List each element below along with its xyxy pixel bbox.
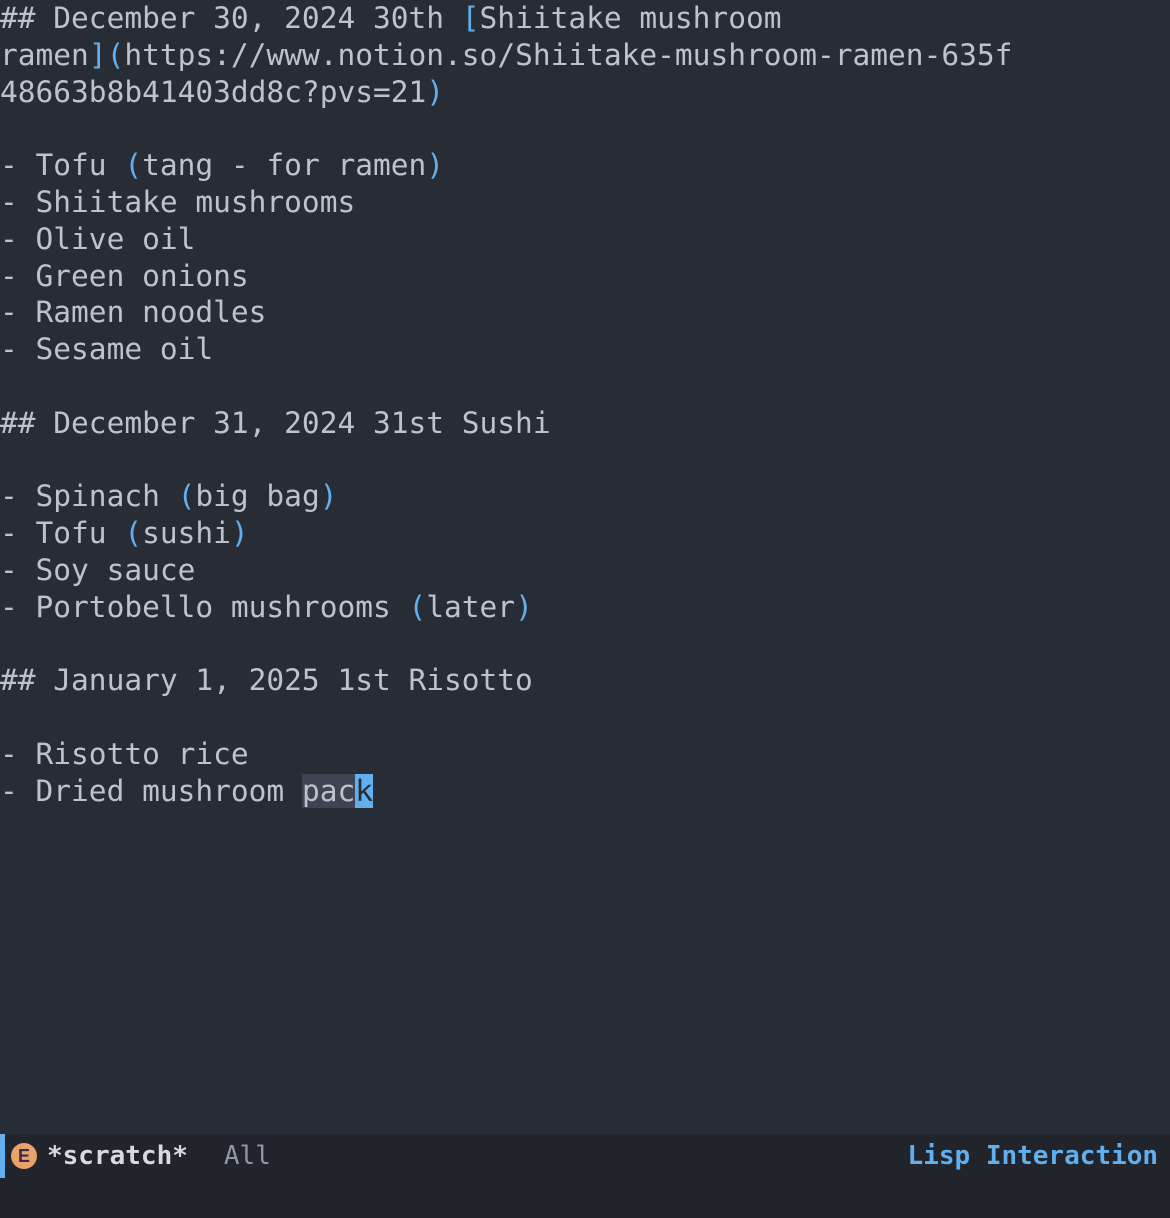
editor-line[interactable]: - Ramen noodles <box>0 294 1170 331</box>
editor-line[interactable]: - Soy sauce <box>0 552 1170 589</box>
modeline-buffer-name: *scratch* <box>47 1138 188 1175</box>
editor-line[interactable]: - Shiitake mushrooms <box>0 184 1170 221</box>
editor-line[interactable]: ## January 1, 2025 1st Risotto <box>0 662 1170 699</box>
editor-line[interactable]: - Tofu (tang - for ramen) <box>0 147 1170 184</box>
editor-line[interactable]: ramen](https://www.notion.so/Shiitake-mu… <box>0 37 1170 74</box>
editor-line[interactable]: - Olive oil <box>0 221 1170 258</box>
modeline-major-mode: Lisp Interaction <box>908 1138 1158 1175</box>
editor-line[interactable]: ## December 31, 2024 31st Sushi <box>0 405 1170 442</box>
mode-line: E *scratch* All Lisp Interaction <box>0 1134 1170 1178</box>
editor-line[interactable] <box>0 368 1170 405</box>
modeline-position: All <box>224 1138 271 1175</box>
emacs-logo-icon: E <box>11 1143 37 1169</box>
editor-line[interactable] <box>0 442 1170 479</box>
editor-line[interactable] <box>0 699 1170 736</box>
editor-line[interactable]: ## December 30, 2024 30th [Shiitake mush… <box>0 0 1170 37</box>
editor-line[interactable]: - Green onions <box>0 258 1170 295</box>
minibuffer[interactable] <box>0 1178 1170 1218</box>
editor-line[interactable]: - Risotto rice <box>0 736 1170 773</box>
editor-line[interactable]: - Sesame oil <box>0 331 1170 368</box>
editor-line[interactable]: - Tofu (sushi) <box>0 515 1170 552</box>
editor-line[interactable]: - Spinach (big bag) <box>0 478 1170 515</box>
editor-line[interactable]: - Portobello mushrooms (later) <box>0 589 1170 626</box>
editor-line[interactable] <box>0 626 1170 663</box>
editor-line[interactable]: - Dried mushroom pack <box>0 773 1170 810</box>
editor-line[interactable]: 48663b8b41403dd8c?pvs=21) <box>0 74 1170 111</box>
editor-buffer[interactable]: ## December 30, 2024 30th [Shiitake mush… <box>0 0 1170 1134</box>
editor-line[interactable] <box>0 110 1170 147</box>
